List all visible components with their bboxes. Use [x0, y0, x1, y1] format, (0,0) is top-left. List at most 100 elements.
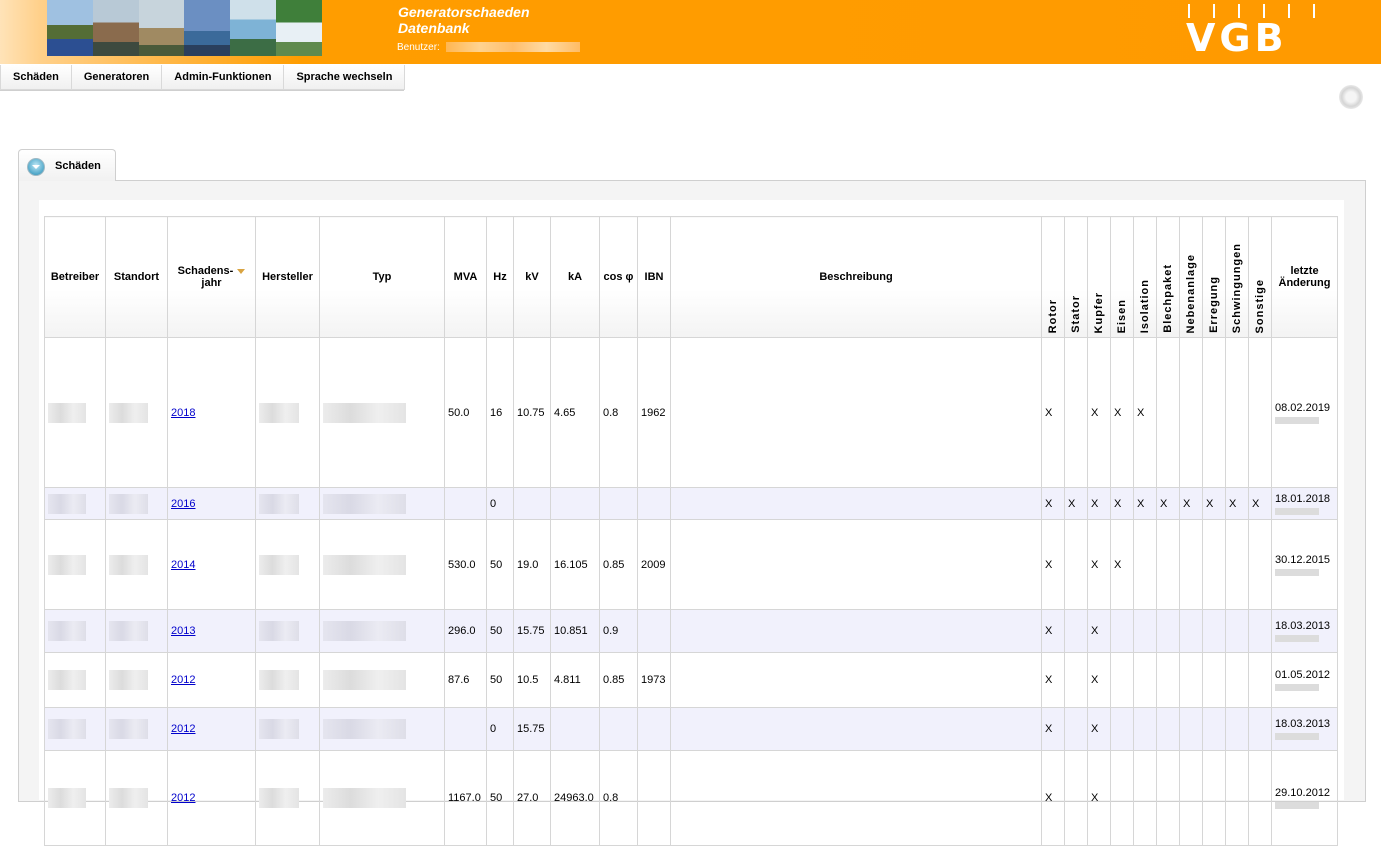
col-standort[interactable]: Standort — [105, 216, 168, 338]
col-stator[interactable]: Stator — [1064, 216, 1088, 338]
cell-standort — [105, 337, 168, 488]
cell-ka: 10.851 — [550, 609, 600, 653]
cell-hersteller — [255, 337, 320, 488]
cell-nebenanlage — [1179, 609, 1203, 653]
col-kupfer-label: Kupfer — [1093, 291, 1105, 333]
cell-betreiber — [44, 652, 106, 708]
table-row[interactable]: 2018 50.0 16 10.75 4.65 0.8 1962 X X X X 08.02.2019 — [44, 337, 1338, 488]
main-menu: Schäden Generatoren Admin-Funktionen Spr… — [0, 65, 406, 91]
col-sonstige[interactable]: Sonstige — [1248, 216, 1272, 338]
cell-hz: 0 — [486, 707, 514, 751]
col-ibn[interactable]: IBN — [637, 216, 671, 338]
app-header: Generatorschaeden Datenbank Benutzer: VG… — [0, 0, 1381, 64]
schadensjahr-link[interactable]: 2012 — [171, 723, 195, 735]
col-ka[interactable]: kA — [550, 216, 600, 338]
cell-hersteller — [255, 707, 320, 751]
col-isolation[interactable]: Isolation — [1133, 216, 1157, 338]
col-rotor[interactable]: Rotor — [1041, 216, 1065, 338]
menu-item-generatoren[interactable]: Generatoren — [70, 65, 163, 90]
col-kupfer[interactable]: Kupfer — [1087, 216, 1111, 338]
cell-beschreibung — [670, 487, 1042, 520]
refresh-circle-icon[interactable] — [1339, 85, 1363, 109]
cell-rotor: X — [1041, 750, 1065, 846]
cell-schadensjahr: 2012 — [167, 707, 256, 751]
cell-ka: 4.65 — [550, 337, 600, 488]
schadensjahr-link[interactable]: 2016 — [171, 498, 195, 510]
cell-cos: 0.85 — [599, 519, 638, 610]
tab-schaeden[interactable]: Schäden — [18, 149, 116, 181]
cell-typ-redacted — [323, 402, 406, 423]
cell-letzte-aenderung: 18.01.2018 — [1271, 487, 1338, 520]
cell-kupfer: X — [1087, 337, 1111, 488]
menu-item-admin-funktionen[interactable]: Admin-Funktionen — [161, 65, 285, 90]
cell-schadensjahr: 2012 — [167, 750, 256, 846]
cell-kupfer: X — [1087, 609, 1111, 653]
col-hz[interactable]: Hz — [486, 216, 514, 338]
cell-isolation: X — [1133, 337, 1157, 488]
col-eisen[interactable]: Eisen — [1110, 216, 1134, 338]
cell-blechpaket — [1156, 652, 1180, 708]
schadensjahr-link[interactable]: 2012 — [171, 792, 195, 804]
cell-ibn: 1962 — [637, 337, 671, 488]
col-schwingungen[interactable]: Schwingungen — [1225, 216, 1249, 338]
col-kv[interactable]: kV — [513, 216, 551, 338]
cell-standort-redacted — [109, 402, 148, 423]
cell-kupfer: X — [1087, 750, 1111, 846]
cell-sonstige — [1248, 337, 1272, 488]
col-letzte-aenderung[interactable]: letzte Änderung — [1271, 216, 1338, 338]
cell-beschreibung — [670, 519, 1042, 610]
schadensjahr-link[interactable]: 2018 — [171, 407, 195, 419]
cell-rotor: X — [1041, 487, 1065, 520]
cell-blechpaket: X — [1156, 487, 1180, 520]
cell-hersteller — [255, 750, 320, 846]
cell-cos: 0.9 — [599, 609, 638, 653]
cell-erregung — [1202, 609, 1226, 653]
table-row[interactable]: 2013 296.0 50 15.75 10.851 0.9 X X 18.03.2013 — [44, 609, 1338, 653]
cell-ibn — [637, 609, 671, 653]
cell-rotor: X — [1041, 337, 1065, 488]
col-hersteller[interactable]: Hersteller — [255, 216, 320, 338]
tab-label: Schäden — [55, 160, 101, 172]
menu-item-sprache-wechseln[interactable]: Sprache wechseln — [283, 65, 406, 90]
cell-rotor: X — [1041, 519, 1065, 610]
cell-typ — [319, 609, 445, 653]
col-erregung-label: Erregung — [1208, 276, 1220, 333]
table-row[interactable]: 2012 0 15.75 X X 18.03.2013 — [44, 707, 1338, 751]
col-cosphi[interactable]: cos φ — [599, 216, 638, 338]
cell-beschreibung — [670, 609, 1042, 653]
table-row[interactable]: 2012 87.6 50 10.5 4.811 0.85 1973 X X 01.05.2012 — [44, 652, 1338, 708]
col-schadensjahr[interactable]: Schadens- jahr — [167, 216, 256, 338]
menu-item-schaeden[interactable]: Schäden — [0, 65, 72, 90]
cell-betreiber-redacted — [48, 788, 86, 808]
table-row[interactable]: 2012 1167.0 50 27.0 24963.0 0.8 X X 29.10.2012 — [44, 750, 1338, 846]
letzte-aenderung-user-redacted — [1275, 507, 1319, 515]
cell-beschreibung — [670, 750, 1042, 846]
col-nebenanlage[interactable]: Nebenanlage — [1179, 216, 1203, 338]
col-mva[interactable]: MVA — [444, 216, 487, 338]
cell-hz: 50 — [486, 609, 514, 653]
col-beschreibung[interactable]: Beschreibung — [670, 216, 1042, 338]
cell-typ — [319, 487, 445, 520]
cell-hersteller-redacted — [259, 719, 299, 739]
letzte-aenderung-user-redacted — [1275, 635, 1319, 642]
cell-kupfer: X — [1087, 487, 1111, 520]
table-row[interactable]: 2014 530.0 50 19.0 16.105 0.85 2009 X X X 30.12.20… — [44, 519, 1338, 610]
cell-schwingungen — [1225, 609, 1249, 653]
col-betreiber[interactable]: Betreiber — [44, 216, 106, 338]
table-row[interactable]: 2016 0 X X X X X X X X X X 18.01.2018 — [44, 487, 1338, 520]
cell-schwingungen — [1225, 519, 1249, 610]
col-nebenanlage-label: Nebenanlage — [1185, 253, 1197, 333]
cell-mva: 530.0 — [444, 519, 487, 610]
col-erregung[interactable]: Erregung — [1202, 216, 1226, 338]
col-isolation-label: Isolation — [1139, 278, 1151, 333]
col-typ[interactable]: Typ — [319, 216, 445, 338]
schadensjahr-link[interactable]: 2012 — [171, 674, 195, 686]
cell-typ-redacted — [323, 788, 406, 808]
cell-hz: 50 — [486, 519, 514, 610]
cell-nebenanlage: X — [1179, 487, 1203, 520]
schadensjahr-link[interactable]: 2013 — [171, 625, 195, 637]
schadensjahr-link[interactable]: 2014 — [171, 559, 195, 571]
col-schadensjahr-l1: Schadens- — [177, 265, 234, 277]
col-blechpaket[interactable]: Blechpaket — [1156, 216, 1180, 338]
cell-schadensjahr: 2013 — [167, 609, 256, 653]
